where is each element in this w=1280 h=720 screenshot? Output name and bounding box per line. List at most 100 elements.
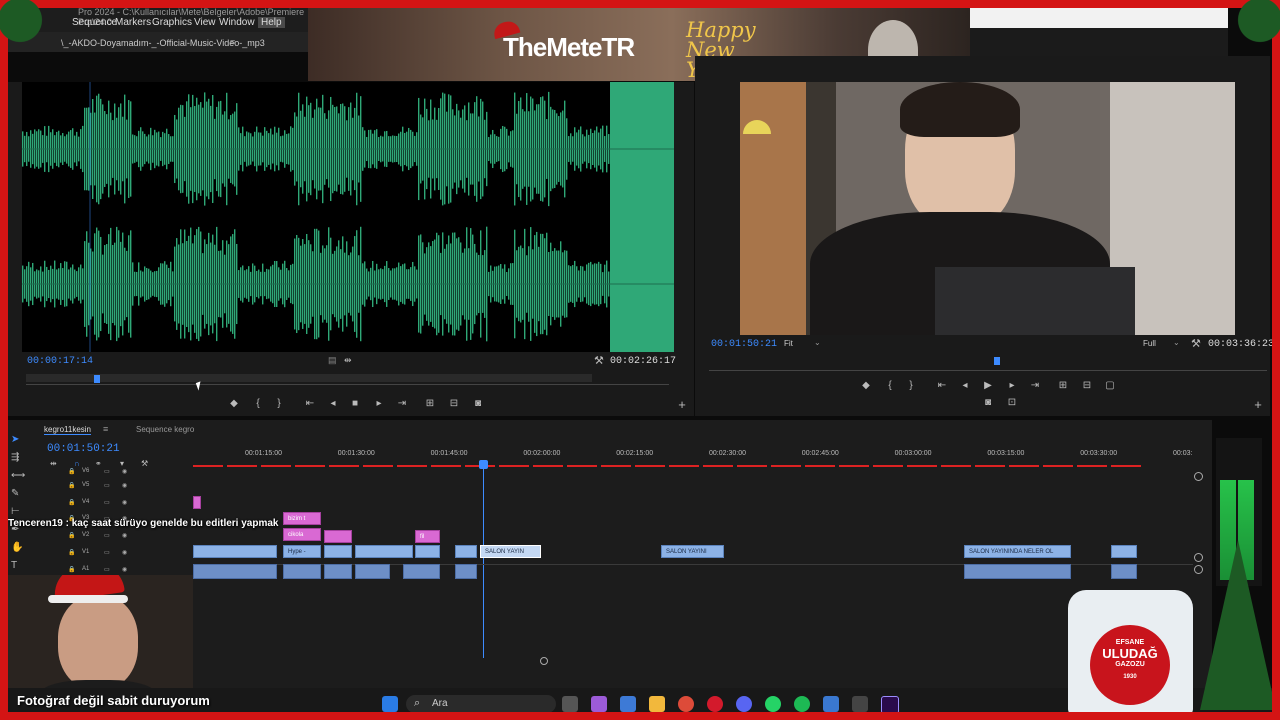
track-lock-icon[interactable]: 🔒 <box>68 499 75 506</box>
clip-salon-3[interactable]: SALON YAYININDA NELER OL <box>964 545 1071 558</box>
discord-icon[interactable] <box>736 696 752 712</box>
linked-selection-icon[interactable]: ⚭ <box>95 459 102 468</box>
audio-clip-d[interactable] <box>355 564 390 579</box>
drag-video-icon[interactable]: ▤ <box>328 355 337 366</box>
program-add-marker-icon[interactable]: ◆ <box>860 380 872 392</box>
app-icon[interactable] <box>852 696 868 712</box>
snap-icon[interactable]: ∩ <box>74 459 80 468</box>
type-tool-icon[interactable]: T <box>11 560 17 571</box>
audio-clip-a[interactable] <box>193 564 277 579</box>
audio-clip-b[interactable] <box>283 564 321 579</box>
clip-v4-graphic[interactable] <box>193 496 201 509</box>
clip-pink-v2[interactable] <box>324 530 352 543</box>
drag-audio-icon[interactable]: ⇹ <box>344 355 352 366</box>
menu-markers[interactable]: Markers <box>115 17 151 28</box>
clip-v1-end[interactable] <box>1111 545 1137 558</box>
track-sync-icon[interactable]: ▭ <box>104 468 110 475</box>
timeline-playhead-line[interactable] <box>483 460 484 658</box>
menu-help[interactable]: Help <box>258 17 285 28</box>
track-sync-icon[interactable]: ▭ <box>104 549 110 556</box>
razor-tool-icon[interactable]: ✎ <box>11 488 19 499</box>
clip-salon-2[interactable]: SALON YAYINI <box>661 545 724 558</box>
track-lock-icon[interactable]: 🔒 <box>68 532 75 539</box>
taskbar-search[interactable]: ⌕ Ara <box>406 695 556 713</box>
terminal-icon[interactable] <box>620 696 636 712</box>
track-lock-icon[interactable]: 🔒 <box>68 468 75 475</box>
extract-icon[interactable]: ⊟ <box>1081 380 1093 392</box>
program-current-time[interactable]: 00:01:50:21 <box>711 339 777 350</box>
add-marker-timeline-icon[interactable]: ▾ <box>120 459 124 468</box>
timeline-ruler[interactable]: 00:01:15:00 00:01:30:00 00:01:45:00 00:02:0… <box>193 446 1193 468</box>
track-eye-icon[interactable]: ◉ <box>122 549 127 556</box>
clip-v1-d[interactable] <box>355 545 413 558</box>
file-explorer-icon[interactable] <box>649 696 665 712</box>
track-eye-icon[interactable]: ◉ <box>122 566 127 573</box>
track-lock-icon[interactable]: 🔒 <box>68 482 75 489</box>
timeline-tab-menu-icon[interactable]: ≡ <box>103 424 108 434</box>
compare-icon[interactable]: ▢ <box>1104 380 1116 392</box>
insert-icon[interactable]: ⊞ <box>424 398 436 410</box>
program-mark-out-icon[interactable]: } <box>905 380 917 392</box>
lift-icon[interactable]: ⊞ <box>1057 380 1069 392</box>
program-video-frame[interactable] <box>740 82 1235 335</box>
clip-v1-e[interactable] <box>415 545 440 558</box>
selection-tool-icon[interactable]: ➤ <box>11 434 19 445</box>
clip-v1-f[interactable] <box>455 545 477 558</box>
horizontal-scroll-handle[interactable] <box>540 657 548 665</box>
program-scrubber-track[interactable] <box>709 370 1267 371</box>
go-to-out-icon[interactable]: ⇥ <box>396 398 408 410</box>
timeline-tab-active[interactable]: kegro11kesin <box>44 425 91 435</box>
export-frame-icon[interactable]: ◙ <box>472 398 484 410</box>
hand-tool-icon[interactable]: ✋ <box>11 542 23 553</box>
store-icon[interactable] <box>823 696 839 712</box>
nest-icon[interactable]: ⇹ <box>50 459 57 468</box>
track-select-tool-icon[interactable]: ⇶ <box>11 452 19 463</box>
step-back-icon[interactable]: ◂ <box>327 398 339 410</box>
ripple-edit-tool-icon[interactable]: ⟷ <box>11 470 25 481</box>
step-forward-icon[interactable]: ▸ <box>373 398 385 410</box>
whatsapp-icon[interactable] <box>765 696 781 712</box>
clip-v1-c[interactable] <box>324 545 352 558</box>
audio-clip-h[interactable] <box>1111 564 1137 579</box>
spotify-icon[interactable] <box>794 696 810 712</box>
track-eye-icon[interactable]: ◉ <box>122 482 127 489</box>
track-lock-icon[interactable]: 🔒 <box>68 549 75 556</box>
mark-in-icon[interactable]: { <box>252 398 264 410</box>
source-scrubber-track[interactable] <box>26 384 669 385</box>
menu-view[interactable]: View <box>194 17 216 28</box>
source-zoom-bar[interactable] <box>26 374 592 382</box>
wrench-icon[interactable]: ⚒ <box>594 354 604 367</box>
clip-bizim[interactable]: bizim t <box>283 512 321 525</box>
track-eye-icon[interactable]: ◉ <box>122 468 127 475</box>
menu-sequence[interactable]: Sequence <box>72 17 117 28</box>
scroll-top-handle[interactable] <box>1194 472 1203 481</box>
vr-video-icon[interactable]: ⊡ <box>1006 397 1018 409</box>
chrome-icon[interactable] <box>678 696 694 712</box>
menu-graphics[interactable]: Graphics <box>152 17 192 28</box>
menu-window[interactable]: Window <box>219 17 255 28</box>
track-sync-icon[interactable]: ▭ <box>104 532 110 539</box>
windows-start-icon[interactable] <box>382 696 398 712</box>
stop-icon[interactable]: ■ <box>349 398 361 410</box>
program-go-to-out-icon[interactable]: ⇥ <box>1029 380 1041 392</box>
audio-waveform[interactable] <box>22 82 674 352</box>
go-to-in-icon[interactable]: ⇤ <box>304 398 316 410</box>
add-marker-icon[interactable]: ◆ <box>228 398 240 410</box>
program-play-icon[interactable]: ▶ <box>982 380 994 392</box>
track-sync-icon[interactable]: ▭ <box>104 482 110 489</box>
overwrite-icon[interactable]: ⊟ <box>448 398 460 410</box>
clip-fx[interactable]: fil <box>415 530 440 543</box>
premiere-pro-icon[interactable] <box>881 696 899 714</box>
timeline-settings-icon[interactable]: ⚒ <box>141 459 148 468</box>
track-sync-icon[interactable]: ▭ <box>104 499 110 506</box>
program-step-back-icon[interactable]: ◂ <box>959 380 971 392</box>
source-playhead[interactable] <box>93 375 100 383</box>
program-mark-in-icon[interactable]: { <box>884 380 896 392</box>
program-step-forward-icon[interactable]: ▸ <box>1006 380 1018 392</box>
clip-cikola[interactable]: cikola <box>283 528 321 541</box>
program-go-to-in-icon[interactable]: ⇤ <box>936 380 948 392</box>
program-playhead[interactable] <box>993 357 1000 365</box>
add-button-icon[interactable]: + <box>676 398 688 411</box>
clip-salon-1[interactable]: SALON YAYIN <box>480 545 541 558</box>
timeline-tab-sequence[interactable]: Sequence kegro <box>136 425 194 434</box>
